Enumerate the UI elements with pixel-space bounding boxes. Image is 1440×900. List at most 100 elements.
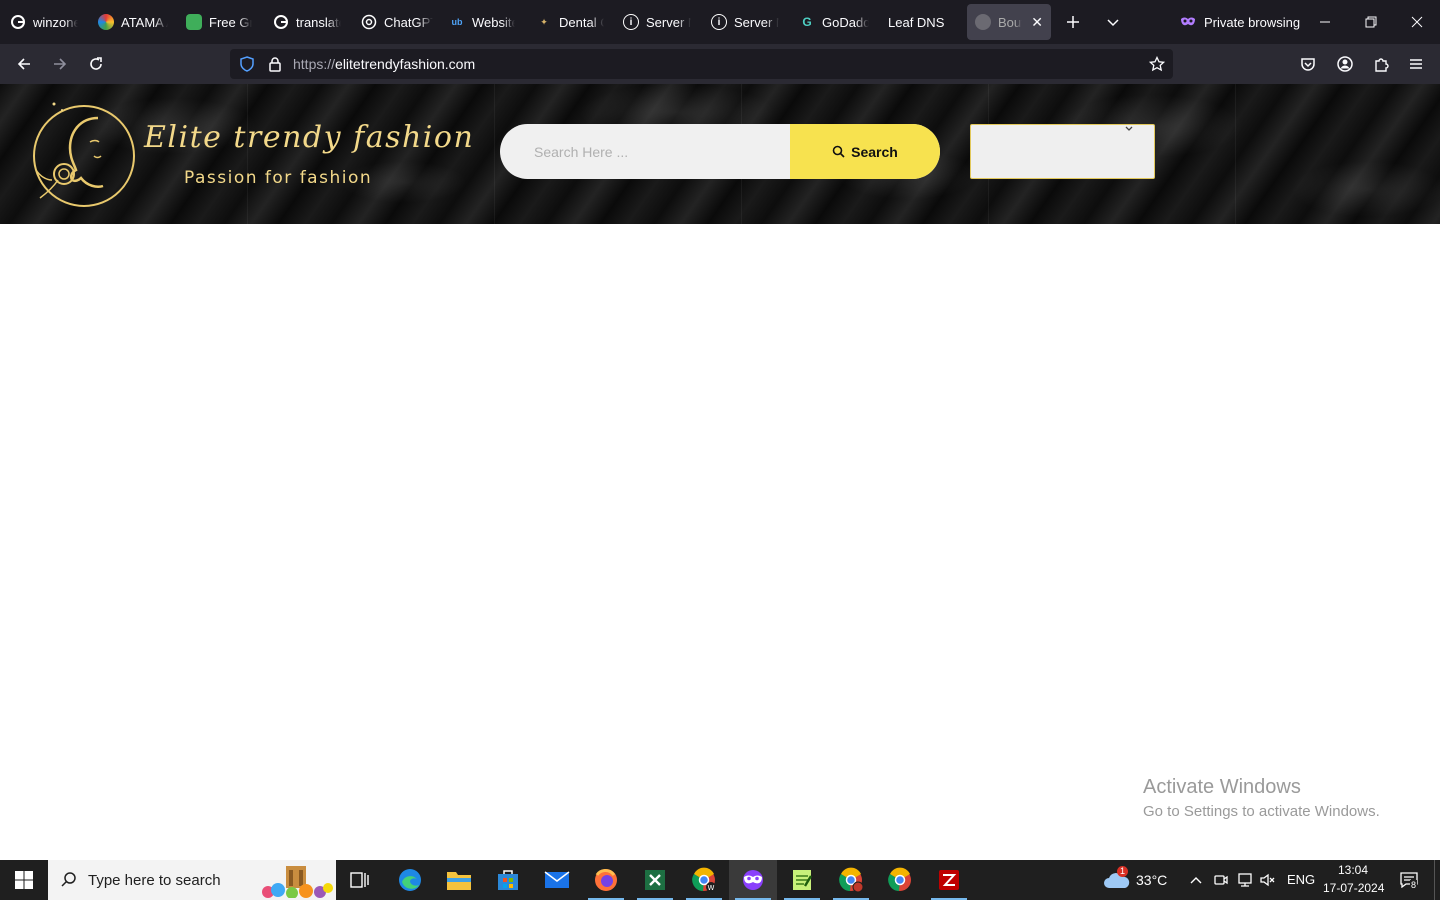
new-tab-button[interactable] bbox=[1059, 8, 1087, 36]
taskbar-app-chrome[interactable] bbox=[876, 860, 924, 900]
tracking-protection-icon[interactable] bbox=[237, 54, 257, 74]
browser-tab[interactable]: i Server N bbox=[711, 4, 779, 40]
browser-tab-active[interactable]: Boutiq ✕ bbox=[967, 4, 1051, 40]
search-highlight-illustration-icon bbox=[262, 866, 333, 898]
category-dropdown[interactable] bbox=[970, 124, 1155, 179]
browser-tab-strip: winzone ATAMA A Free Gra translate ChatG… bbox=[0, 0, 1440, 44]
chrome-icon bbox=[888, 867, 911, 891]
url-text[interactable]: https://elitetrendyfashion.com bbox=[293, 56, 475, 72]
private-mask-icon bbox=[1181, 17, 1195, 26]
browser-tab[interactable]: Free Gra bbox=[186, 4, 252, 40]
weather-temperature[interactable]: 33°C bbox=[1136, 872, 1167, 888]
excel-icon bbox=[645, 870, 665, 890]
camera-icon bbox=[1214, 875, 1228, 885]
task-view-button[interactable] bbox=[336, 860, 384, 900]
navigation-toolbar: https://elitetrendyfashion.com bbox=[0, 44, 1440, 84]
site-header: Elite trendy fashion Passion for fashion… bbox=[0, 84, 1440, 224]
hamburger-menu-icon bbox=[1410, 59, 1422, 69]
app-menu-button[interactable] bbox=[1402, 50, 1430, 78]
taskbar-app-firefox-private[interactable] bbox=[729, 860, 777, 900]
edge-icon bbox=[399, 869, 421, 891]
browser-tab[interactable]: ✦ Dental C bbox=[536, 4, 604, 40]
extensions-button[interactable] bbox=[1367, 50, 1395, 78]
file-explorer-icon bbox=[447, 872, 471, 890]
close-tab-icon[interactable]: ✕ bbox=[1031, 14, 1043, 31]
page-content bbox=[0, 224, 1440, 860]
list-all-tabs-button[interactable] bbox=[1099, 8, 1127, 36]
search-icon bbox=[61, 872, 76, 887]
taskbar-app-filezilla[interactable] bbox=[925, 860, 973, 900]
activate-windows-title: Activate Windows bbox=[1143, 776, 1301, 798]
private-browsing-indicator: Private browsing bbox=[1180, 12, 1300, 32]
notification-count: 8 bbox=[1410, 880, 1418, 890]
filezilla-icon bbox=[939, 870, 959, 890]
reload-button[interactable] bbox=[82, 50, 110, 78]
browser-tab[interactable]: winzone bbox=[10, 4, 78, 40]
browser-tab[interactable]: ChatGPT bbox=[361, 4, 433, 40]
search-input[interactable] bbox=[500, 124, 790, 179]
search-button[interactable]: Search bbox=[790, 124, 940, 179]
network-button[interactable] bbox=[1235, 870, 1255, 890]
taskbar-app-chrome-w[interactable]: W bbox=[680, 860, 728, 900]
plus-icon bbox=[1067, 16, 1079, 28]
bookmark-star-icon[interactable] bbox=[1147, 54, 1167, 74]
tab-label: Leaf DNS bbox=[888, 14, 945, 30]
taskbar-app-excel[interactable] bbox=[631, 860, 679, 900]
browser-tab[interactable]: translate bbox=[273, 4, 341, 40]
lock-icon[interactable] bbox=[265, 54, 285, 74]
pocket-icon bbox=[1301, 58, 1315, 71]
taskbar-app-firefox[interactable] bbox=[582, 860, 630, 900]
restore-button[interactable] bbox=[1354, 6, 1388, 38]
show-desktop-button[interactable] bbox=[1434, 860, 1440, 900]
show-hidden-icons-button[interactable] bbox=[1186, 870, 1206, 890]
search-icon bbox=[832, 145, 845, 158]
site-logo[interactable]: Elite trendy fashion Passion for fashion bbox=[28, 98, 473, 218]
taskbar-app-store[interactable] bbox=[484, 860, 532, 900]
taskbar-app-file-explorer[interactable] bbox=[435, 860, 483, 900]
close-window-button[interactable] bbox=[1400, 6, 1434, 38]
taskbar-search-box[interactable]: Type here to search bbox=[48, 860, 336, 900]
background-seam bbox=[1235, 84, 1236, 224]
store-icon bbox=[498, 870, 518, 890]
reload-icon bbox=[90, 57, 102, 70]
browser-tab[interactable]: Leaf DNS bbox=[888, 4, 950, 40]
forward-button[interactable] bbox=[46, 50, 74, 78]
taskbar-app-notepad-plus[interactable] bbox=[778, 860, 826, 900]
arrow-left-icon bbox=[17, 58, 30, 70]
start-button[interactable] bbox=[0, 860, 48, 900]
back-button[interactable] bbox=[10, 50, 38, 78]
green-shield-icon bbox=[186, 14, 202, 30]
brand-tagline: Passion for fashion bbox=[184, 168, 373, 188]
address-bar[interactable]: https://elitetrendyfashion.com bbox=[230, 49, 1173, 79]
activate-windows-subtitle: Go to Settings to activate Windows. bbox=[1143, 803, 1380, 820]
input-language[interactable]: ENG bbox=[1287, 872, 1315, 887]
url-host: elitetrendyfashion.com bbox=[335, 56, 476, 72]
network-icon bbox=[1238, 873, 1252, 887]
volume-button[interactable] bbox=[1258, 870, 1278, 890]
private-browsing-label: Private browsing bbox=[1204, 14, 1301, 30]
taskbar-app-edge[interactable] bbox=[386, 860, 434, 900]
browser-tab[interactable]: G GoDaddy bbox=[799, 4, 869, 40]
pocket-button[interactable] bbox=[1294, 50, 1322, 78]
browser-tab[interactable]: ub Website bbox=[449, 4, 516, 40]
mail-icon bbox=[544, 871, 570, 888]
boutique-logo-icon bbox=[975, 14, 991, 30]
taskbar-app-mail[interactable] bbox=[533, 860, 581, 900]
browser-tab[interactable]: ATAMA A bbox=[98, 4, 168, 40]
meet-now-button[interactable] bbox=[1211, 870, 1231, 890]
minimize-button[interactable] bbox=[1308, 6, 1342, 38]
clock-time[interactable]: 13:04 bbox=[1338, 863, 1368, 877]
tab-label: Server N bbox=[646, 14, 691, 30]
colorful-circle-icon bbox=[98, 14, 114, 30]
clock-date[interactable]: 17-07-2024 bbox=[1323, 881, 1384, 895]
taskbar-app-chrome-profile[interactable] bbox=[827, 860, 875, 900]
account-button[interactable] bbox=[1331, 50, 1359, 78]
browser-tab[interactable]: i Server N bbox=[623, 4, 691, 40]
tab-label: translate bbox=[296, 14, 341, 30]
chevron-down-icon bbox=[1107, 19, 1119, 27]
brand-title: Elite trendy fashion bbox=[144, 120, 475, 155]
windows-logo-icon bbox=[15, 871, 33, 889]
chrome-profile-icon bbox=[839, 867, 864, 893]
ub-logo-icon: ub bbox=[451, 17, 463, 27]
firefox-icon bbox=[595, 869, 617, 891]
